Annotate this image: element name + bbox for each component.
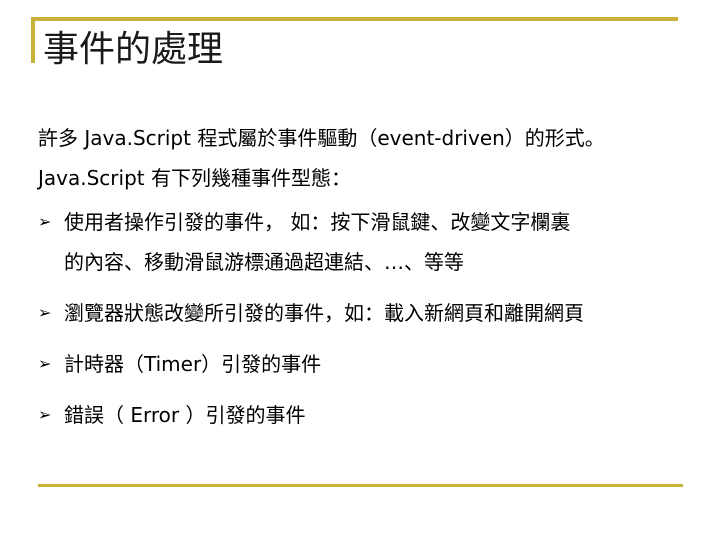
bullet-line: 瀏覽器狀態改變所引發的事件，如：載入新網頁和離開網頁	[64, 301, 584, 325]
bullet-text: 錯誤（ Error ）引發的事件	[64, 395, 703, 435]
arrow-bullet-icon: ➢	[38, 212, 52, 231]
title-frame-top-rule	[31, 17, 678, 21]
bullet-item-timer-events: ➢ 計時器（Timer）引發的事件	[38, 344, 703, 384]
intro-line: 許多 Java.Script 程式屬於事件驅動（event-driven）的形式…	[38, 126, 605, 150]
bullet-text: 瀏覽器狀態改變所引發的事件，如：載入新網頁和離開網頁	[64, 293, 703, 333]
arrow-bullet-icon: ➢	[38, 405, 52, 424]
arrow-bullet-icon: ➢	[38, 303, 52, 322]
intro-paragraph: 許多 Java.Script 程式屬於事件驅動（event-driven）的形式…	[38, 118, 698, 198]
bullet-item-user-events: ➢ 使用者操作引發的事件， 如：按下滑鼠鍵、改變文字欄裏 的內容、移動滑鼠游標通…	[38, 202, 703, 282]
bottom-rule	[38, 484, 683, 487]
bullet-text: 使用者操作引發的事件， 如：按下滑鼠鍵、改變文字欄裏 的內容、移動滑鼠游標通過超…	[64, 202, 703, 282]
bullet-line: 錯誤（ Error ）引發的事件	[64, 403, 306, 427]
bullet-line: 的內容、移動滑鼠游標通過超連結、…、等等	[64, 250, 464, 274]
slide-title: 事件的處理	[43, 29, 224, 70]
title-frame-left-rule	[31, 17, 35, 63]
arrow-bullet-icon: ➢	[38, 354, 52, 373]
intro-line: Java.Script 有下列幾種事件型態：	[38, 166, 351, 190]
bullet-item-error-events: ➢ 錯誤（ Error ）引發的事件	[38, 395, 703, 435]
bullet-list: ➢ 使用者操作引發的事件， 如：按下滑鼠鍵、改變文字欄裏 的內容、移動滑鼠游標通…	[38, 202, 703, 446]
bullet-line: 使用者操作引發的事件， 如：按下滑鼠鍵、改變文字欄裏	[64, 210, 571, 234]
bullet-text: 計時器（Timer）引發的事件	[64, 344, 703, 384]
bullet-item-browser-events: ➢ 瀏覽器狀態改變所引發的事件，如：載入新網頁和離開網頁	[38, 293, 703, 333]
bullet-line: 計時器（Timer）引發的事件	[64, 352, 322, 376]
